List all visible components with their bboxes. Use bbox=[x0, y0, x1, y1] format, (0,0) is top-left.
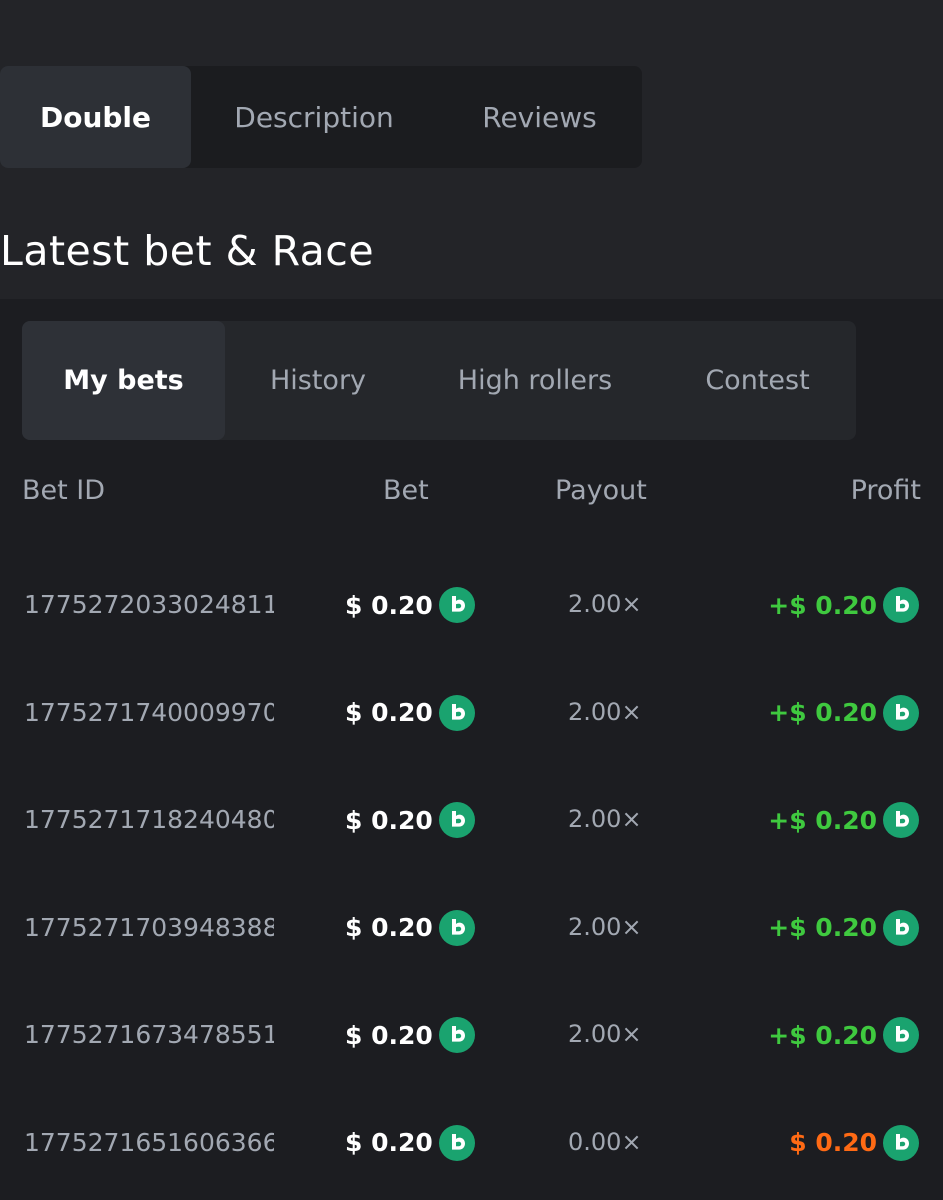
bc-coin-icon bbox=[438, 587, 475, 623]
header-profit: Profit bbox=[850, 475, 921, 506]
table-row[interactable]: 1775271673478551 $ 0.20 2.00× +$ 0.20 bbox=[0, 1004, 943, 1064]
payout: 2.00× bbox=[568, 590, 642, 618]
profit: +$ 0.20 bbox=[768, 909, 919, 946]
game-tabs: Double Description Reviews bbox=[0, 66, 642, 168]
profit-value: +$ 0.20 bbox=[768, 913, 877, 942]
bet-id: 1775271673478551 bbox=[24, 1020, 274, 1049]
header-bet: Bet bbox=[383, 475, 429, 506]
bc-coin-icon bbox=[438, 909, 475, 946]
table-row[interactable]: 1775271703948388( $ 0.20 2.00× +$ 0.20 bbox=[0, 897, 943, 957]
section-title: Latest bet & Race bbox=[0, 227, 375, 275]
tab-description[interactable]: Description bbox=[191, 66, 437, 168]
bet-amount: $ 0.20 bbox=[345, 909, 475, 946]
bc-coin-icon bbox=[438, 1017, 475, 1053]
bet-id: 1775271703948388( bbox=[24, 912, 274, 942]
bet-amount: $ 0.20 bbox=[345, 694, 475, 731]
bets-tabs: My bets History High rollers Contest bbox=[22, 321, 856, 440]
bc-coin-icon bbox=[883, 694, 919, 731]
bet-id: 1775272033024811( bbox=[24, 590, 274, 619]
bc-coin-icon bbox=[883, 802, 919, 838]
tab-history[interactable]: History bbox=[225, 321, 411, 440]
header-payout: Payout bbox=[555, 475, 647, 506]
tab-high-rollers[interactable]: High rollers bbox=[411, 321, 659, 440]
bets-panel: My bets History High rollers Contest Bet… bbox=[0, 299, 943, 1200]
profit-value: $ 0.20 bbox=[789, 1128, 877, 1157]
table-row[interactable]: 1775271718240480( $ 0.20 2.00× +$ 0.20 bbox=[0, 789, 943, 849]
profit-value: +$ 0.20 bbox=[768, 805, 877, 835]
payout: 2.00× bbox=[568, 697, 642, 726]
tab-my-bets[interactable]: My bets bbox=[22, 321, 225, 440]
table-row[interactable]: 1775271651606366 $ 0.20 0.00× $ 0.20 bbox=[0, 1112, 943, 1172]
bet-amount-value: $ 0.20 bbox=[345, 1128, 433, 1157]
profit: $ 0.20 bbox=[789, 1124, 919, 1161]
bet-amount-value: $ 0.20 bbox=[345, 1020, 433, 1050]
table-row[interactable]: 1775272033024811( $ 0.20 2.00× +$ 0.20 bbox=[0, 574, 943, 634]
bet-amount-value: $ 0.20 bbox=[345, 805, 433, 835]
payout: 2.00× bbox=[568, 912, 642, 941]
bc-coin-icon bbox=[883, 1017, 919, 1053]
bet-id: 1775271718240480( bbox=[24, 805, 274, 834]
bet-id: 1775271740009970 bbox=[24, 697, 274, 727]
bc-coin-icon bbox=[883, 909, 919, 946]
bet-id: 1775271651606366 bbox=[24, 1127, 274, 1157]
profit: +$ 0.20 bbox=[768, 587, 919, 623]
tab-reviews[interactable]: Reviews bbox=[437, 66, 642, 168]
bc-coin-icon bbox=[438, 1124, 475, 1161]
profit-value: +$ 0.20 bbox=[768, 698, 877, 727]
payout: 2.00× bbox=[568, 1020, 642, 1048]
bc-coin-icon bbox=[438, 694, 475, 731]
bet-amount: $ 0.20 bbox=[345, 1017, 475, 1053]
bet-amount-value: $ 0.20 bbox=[345, 698, 433, 727]
profit: +$ 0.20 bbox=[768, 694, 919, 731]
bet-amount: $ 0.20 bbox=[345, 1124, 475, 1161]
bc-coin-icon bbox=[883, 1124, 919, 1161]
profit: +$ 0.20 bbox=[768, 802, 919, 838]
profit: +$ 0.20 bbox=[768, 1017, 919, 1053]
bc-coin-icon bbox=[883, 587, 919, 623]
bc-coin-icon bbox=[438, 802, 475, 838]
bet-amount-value: $ 0.20 bbox=[345, 913, 433, 942]
tab-double[interactable]: Double bbox=[0, 66, 191, 168]
table-row[interactable]: 1775271740009970 $ 0.20 2.00× +$ 0.20 bbox=[0, 682, 943, 742]
tab-contest[interactable]: Contest bbox=[659, 321, 856, 440]
payout: 2.00× bbox=[568, 805, 642, 833]
header-bet-id: Bet ID bbox=[22, 475, 106, 506]
profit-value: +$ 0.20 bbox=[768, 1020, 877, 1050]
payout: 0.00× bbox=[568, 1127, 642, 1156]
table-header: Bet ID Bet Payout Profit bbox=[0, 475, 943, 515]
profit-value: +$ 0.20 bbox=[768, 590, 877, 620]
bet-amount: $ 0.20 bbox=[345, 587, 475, 623]
bet-amount: $ 0.20 bbox=[345, 802, 475, 838]
bet-amount-value: $ 0.20 bbox=[345, 590, 433, 620]
